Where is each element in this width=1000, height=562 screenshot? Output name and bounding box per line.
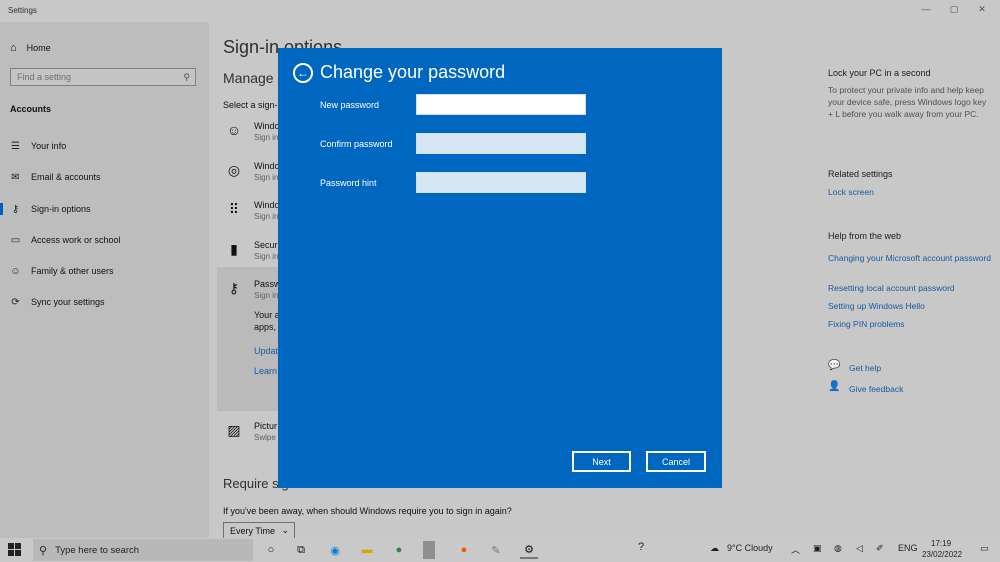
language-indicator[interactable]: ENG bbox=[898, 543, 918, 553]
clock-date[interactable]: 23/02/2022 bbox=[922, 550, 962, 559]
new-password-input[interactable] bbox=[416, 94, 586, 115]
firefox-icon[interactable]: ● bbox=[455, 541, 473, 559]
notification-icon[interactable]: ▭ bbox=[980, 543, 989, 554]
search-icon: ⚲ bbox=[39, 544, 48, 557]
clock-time[interactable]: 17:19 bbox=[931, 539, 951, 548]
tray-app-icon[interactable]: ▣ bbox=[813, 543, 822, 554]
chevron-up-icon[interactable]: ︿ bbox=[791, 543, 800, 556]
app-icon[interactable] bbox=[423, 541, 435, 559]
confirm-password-input[interactable] bbox=[416, 133, 586, 154]
change-password-dialog: ← Change your password New password Conf… bbox=[278, 48, 722, 488]
password-hint-label: Password hint bbox=[320, 178, 377, 188]
task-view-icon[interactable]: ⧉ bbox=[292, 541, 310, 559]
chrome-icon[interactable]: ● bbox=[390, 541, 408, 559]
back-arrow-icon[interactable]: ← bbox=[293, 63, 313, 83]
taskbar: ⚲ Type here to search ○ ⧉ ◉ ▬ ● ● ✎ ⚙ ? … bbox=[0, 538, 1000, 562]
weather-text[interactable]: 9°C Cloudy bbox=[727, 543, 773, 553]
dialog-title: Change your password bbox=[320, 62, 506, 82]
network-icon[interactable]: ◍ bbox=[834, 543, 842, 554]
paint-icon[interactable]: ✎ bbox=[487, 541, 505, 559]
help-tray-icon[interactable]: ? bbox=[638, 541, 644, 553]
password-hint-input[interactable] bbox=[416, 172, 586, 193]
cancel-button[interactable]: Cancel bbox=[646, 451, 706, 472]
volume-icon[interactable]: ◁ bbox=[856, 543, 863, 554]
weather-icon: ☁ bbox=[710, 543, 719, 553]
new-password-label: New password bbox=[320, 100, 380, 110]
file-explorer-icon[interactable]: ▬ bbox=[358, 541, 376, 559]
cortana-icon[interactable]: ○ bbox=[262, 541, 280, 559]
settings-gear-icon[interactable]: ⚙ bbox=[520, 541, 538, 559]
taskbar-search-text: Type here to search bbox=[55, 544, 140, 556]
pen-icon[interactable]: ✐ bbox=[876, 543, 884, 554]
taskbar-search[interactable]: ⚲ Type here to search bbox=[33, 539, 253, 561]
confirm-password-label: Confirm password bbox=[320, 139, 393, 149]
next-button[interactable]: Next bbox=[572, 451, 631, 472]
edge-icon[interactable]: ◉ bbox=[326, 541, 344, 559]
windows-start-icon[interactable] bbox=[8, 543, 22, 557]
